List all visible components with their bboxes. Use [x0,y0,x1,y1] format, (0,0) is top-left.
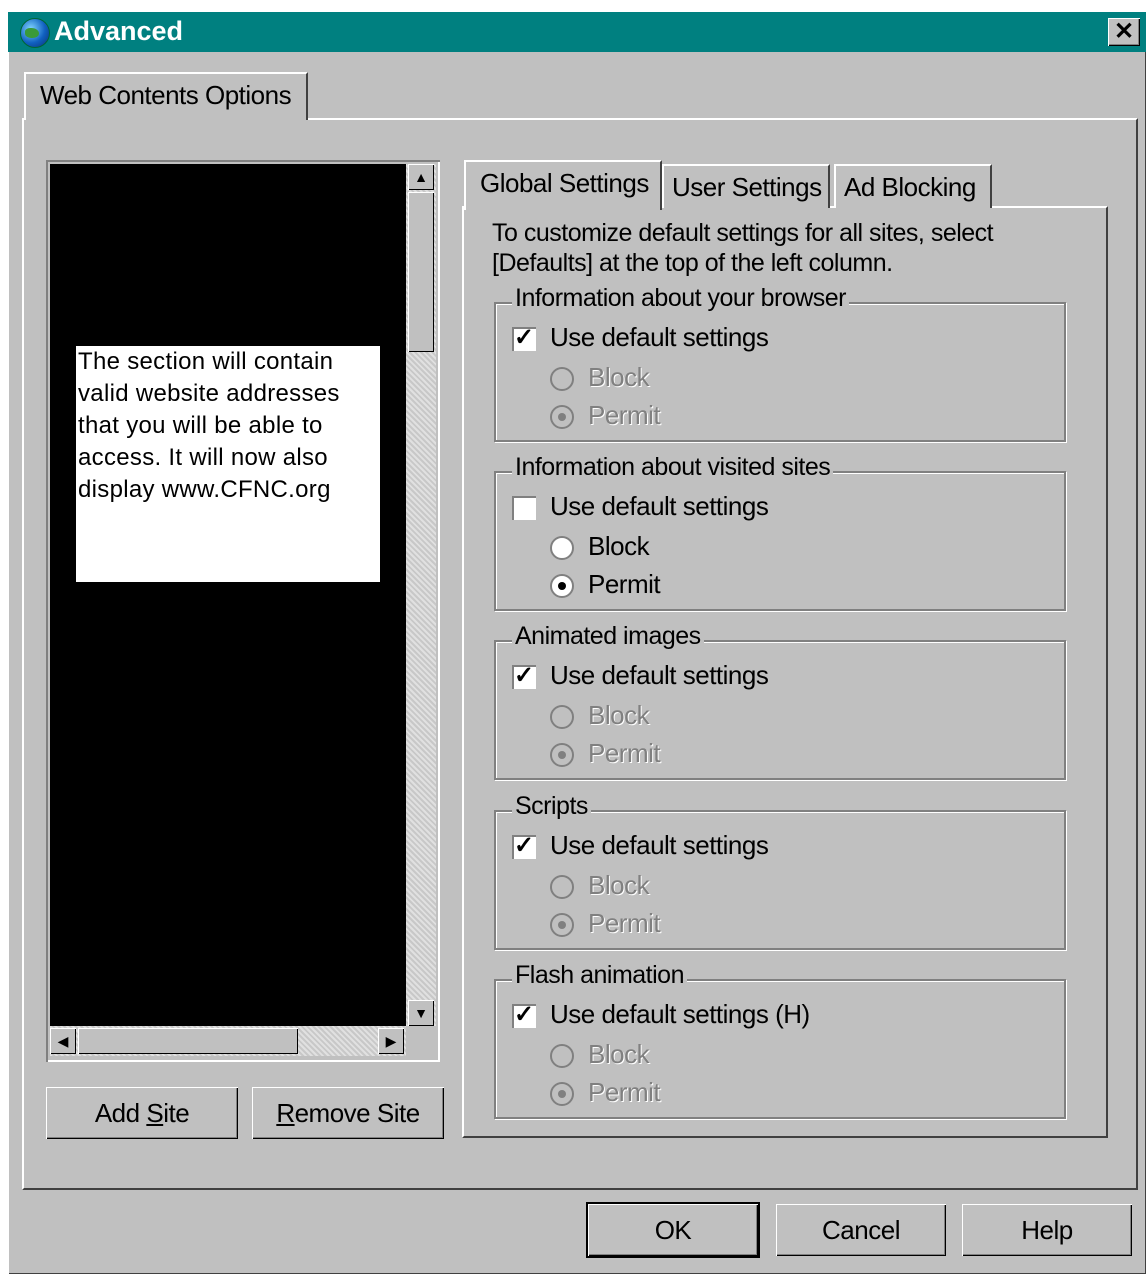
site-list[interactable]: The section will contain valid website a… [46,160,440,1062]
settings-group: Flash animation ✓ Use default settings (H)… [494,961,1066,1119]
settings-description: To customize default settings for all si… [492,219,994,277]
add-site-button[interactable]: Add Site [46,1087,238,1139]
radio-circle[interactable] [550,743,574,768]
group-legend: Information about visited sites [512,453,834,482]
close-button[interactable]: ✕ [1108,18,1140,46]
radio-circle[interactable] [550,536,574,561]
radio-circle[interactable] [550,875,574,900]
ok-button[interactable]: OK [588,1204,758,1256]
checkbox-box[interactable]: ✓ [512,662,536,690]
radio-label: Permit [588,908,661,938]
checkbox-box[interactable]: ✓ [512,324,536,352]
permit-radio[interactable]: Permit [550,1077,661,1108]
radio-circle[interactable] [550,367,574,392]
radio-label: Permit [588,569,661,599]
use-default-checkbox[interactable]: Use default settings [512,491,769,522]
group-legend: Scripts [512,792,591,821]
radio-dot [558,413,566,422]
permit-radio[interactable]: Permit [550,908,661,939]
radio-circle[interactable] [550,705,574,730]
title-bar: Advanced ✕ [8,12,1146,52]
remove-site-button[interactable]: Remove Site [252,1087,444,1139]
radio-label: Permit [588,1077,661,1107]
window-title: Advanced [54,16,184,46]
radio-label: Permit [588,738,661,768]
use-default-checkbox[interactable]: ✓ Use default settings [512,830,769,861]
radio-dot [558,921,566,930]
settings-group: Animated images ✓ Use default settings Bloc… [494,622,1066,780]
tab-label: User Settings [672,172,822,202]
tab-ad-blocking[interactable]: Ad Blocking [834,164,992,208]
radio-circle[interactable] [550,574,574,599]
checkbox-label: Use default settings [550,491,769,521]
radio-circle[interactable] [550,913,574,938]
add-site-label-post: ite [163,1098,190,1128]
group-legend: Animated images [512,622,704,651]
check-icon: ✓ [514,324,534,352]
tab-label: Ad Blocking [844,172,976,202]
radio-label: Block [588,362,650,392]
checkbox-box[interactable]: ✓ [512,1001,536,1029]
site-list-note: The section will contain valid website a… [76,346,380,582]
group-legend: Flash animation [512,961,687,990]
block-radio[interactable]: Block [550,700,650,731]
tab-user-settings[interactable]: User Settings [662,164,830,208]
add-site-hotkey: S [146,1098,164,1128]
use-default-checkbox[interactable]: ✓ Use default settings (H) [512,999,810,1030]
scroll-left-button[interactable]: ◀ [50,1028,76,1054]
tab-global-settings[interactable]: Global Settings [464,160,662,210]
tab-label: Web Contents Options [40,80,292,110]
permit-radio[interactable]: Permit [550,738,661,769]
checkbox-box[interactable] [512,496,536,521]
radio-label: Block [588,700,650,730]
permit-radio[interactable]: Permit [550,400,661,431]
help-button[interactable]: Help [962,1204,1132,1256]
tab-label: Global Settings [480,168,649,198]
settings-group: Scripts ✓ Use default settings Block Permit [494,792,1066,950]
block-radio[interactable]: Block [550,362,650,393]
check-icon: ✓ [514,662,534,690]
radio-label: Block [588,870,650,900]
cancel-button[interactable]: Cancel [776,1204,946,1256]
block-radio[interactable]: Block [550,870,650,901]
globe-icon [20,18,50,48]
radio-circle[interactable] [550,1082,574,1107]
settings-group: Information about visited sites Use defau… [494,453,1066,611]
vertical-scroll-thumb[interactable] [408,192,434,352]
radio-dot [558,751,566,760]
use-default-checkbox[interactable]: ✓ Use default settings [512,660,769,691]
checkbox-box[interactable]: ✓ [512,832,536,860]
site-list-content [50,164,406,1026]
vertical-scrollbar[interactable]: ▲ ▼ [406,164,436,1026]
radio-label: Permit [588,400,661,430]
add-site-label-pre: Add [94,1098,147,1128]
radio-circle[interactable] [550,1044,574,1069]
checkbox-label: Use default settings [550,830,769,860]
settings-group: Information about your browser ✓ Use defau… [494,284,1066,442]
tab-web-contents-options[interactable]: Web Contents Options [24,72,308,120]
radio-circle[interactable] [550,405,574,430]
radio-label: Block [588,531,650,561]
scroll-up-button[interactable]: ▲ [408,164,434,190]
radio-dot [558,1090,566,1099]
remove-site-hotkey: R [276,1098,295,1128]
scroll-down-button[interactable]: ▼ [408,1000,434,1026]
block-radio[interactable]: Block [550,1039,650,1070]
checkbox-label: Use default settings (H) [550,999,810,1029]
check-icon: ✓ [514,832,534,860]
permit-radio[interactable]: Permit [550,569,661,600]
use-default-checkbox[interactable]: ✓ Use default settings [512,322,769,353]
remove-site-label: emove Site [294,1098,421,1128]
checkbox-label: Use default settings [550,322,769,352]
check-icon: ✓ [514,1001,534,1029]
radio-dot [558,582,566,591]
horizontal-scroll-thumb[interactable] [78,1028,298,1054]
checkbox-label: Use default settings [550,660,769,690]
block-radio[interactable]: Block [550,531,650,562]
horizontal-scrollbar[interactable]: ◀ ▶ [50,1026,406,1056]
radio-label: Block [588,1039,650,1069]
group-legend: Information about your browser [512,284,850,313]
scroll-right-button[interactable]: ▶ [378,1028,404,1054]
